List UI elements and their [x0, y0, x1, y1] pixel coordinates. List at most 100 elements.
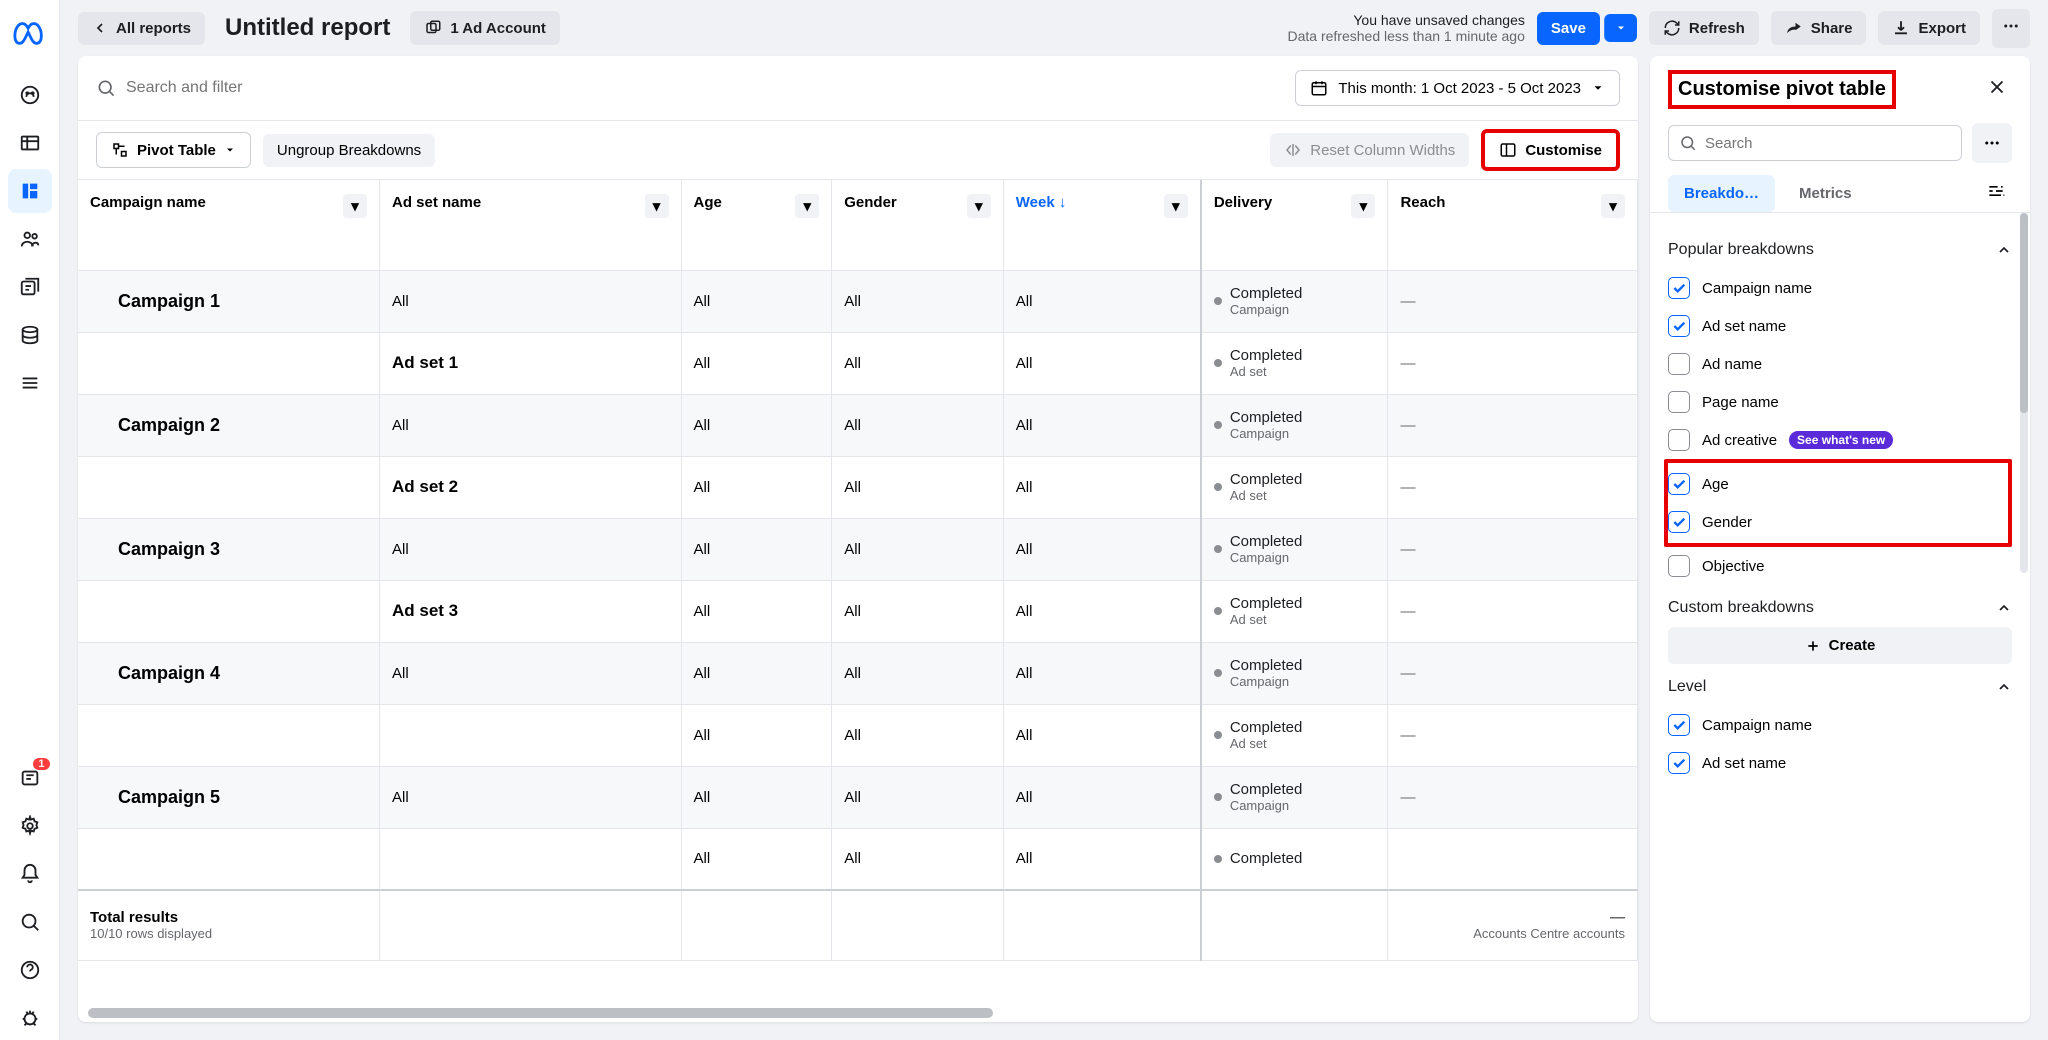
column-header-adset[interactable]: Ad set name▾	[380, 180, 682, 270]
checkbox[interactable]	[1668, 714, 1690, 736]
cell-adset: Ad set 1	[380, 332, 682, 394]
checkbox[interactable]	[1668, 555, 1690, 577]
table-row[interactable]: Campaign 2 All All All All CompletedCamp…	[78, 394, 1638, 456]
chevron-down-icon[interactable]: ▾	[795, 194, 819, 218]
chevron-left-icon	[92, 20, 108, 36]
chevron-down-icon[interactable]: ▾	[1164, 194, 1188, 218]
table-row[interactable]: All All All CompletedAd set —	[78, 704, 1638, 766]
more-menu-button[interactable]	[1992, 9, 2030, 48]
column-header-gender[interactable]: Gender▾	[832, 180, 1004, 270]
ungroup-breakdowns-button[interactable]: Ungroup Breakdowns	[263, 134, 435, 167]
export-button[interactable]: Export	[1878, 11, 1980, 45]
save-button[interactable]: Save	[1537, 12, 1600, 45]
column-header-age[interactable]: Age▾	[681, 180, 832, 270]
reset-column-widths-button[interactable]: Reset Column Widths	[1270, 133, 1469, 167]
checkbox[interactable]	[1668, 511, 1690, 533]
nav-search-icon[interactable]	[8, 900, 52, 944]
customise-icon	[1499, 141, 1517, 159]
table-row[interactable]: Ad set 1 All All All CompletedAd set —	[78, 332, 1638, 394]
chevron-up-icon	[1996, 242, 2012, 258]
cell-campaign	[78, 580, 380, 642]
breakdown-item[interactable]: Objective	[1668, 547, 2012, 585]
chevron-down-icon[interactable]: ▾	[1601, 194, 1625, 218]
cell-age: All	[681, 580, 832, 642]
refresh-button[interactable]: Refresh	[1649, 11, 1759, 45]
column-header-reach[interactable]: Reach▾	[1388, 180, 1638, 270]
nav-library-icon[interactable]	[8, 265, 52, 309]
panel-body[interactable]: Popular breakdowns Campaign name Ad set …	[1650, 213, 2030, 1022]
chevron-down-icon	[1615, 22, 1627, 34]
column-header-week[interactable]: Week ↓▾	[1003, 180, 1201, 270]
panel-tab-settings[interactable]	[1980, 175, 2012, 212]
tab-metrics[interactable]: Metrics	[1783, 175, 1868, 212]
checkbox[interactable]	[1668, 353, 1690, 375]
pivot-table-dropdown[interactable]: Pivot Table	[96, 132, 251, 168]
panel-title: Customise pivot table	[1678, 78, 1886, 100]
nav-help-icon[interactable]	[8, 948, 52, 992]
left-nav-rail: 1	[0, 0, 60, 1040]
column-header-campaign[interactable]: Campaign name▾	[78, 180, 380, 270]
column-header-delivery[interactable]: Delivery▾	[1201, 180, 1388, 270]
highlight-box: Age Gender	[1664, 459, 2012, 547]
table-row[interactable]: Campaign 4 All All All All CompletedCamp…	[78, 642, 1638, 704]
share-button[interactable]: Share	[1771, 11, 1867, 45]
nav-menu-icon[interactable]	[8, 361, 52, 405]
nav-notifications-icon[interactable]	[8, 852, 52, 896]
breakdown-item[interactable]: Ad creative See what's new	[1668, 421, 2012, 459]
checkbox[interactable]	[1668, 391, 1690, 413]
breakdown-item[interactable]: Age	[1668, 465, 2004, 503]
chevron-down-icon[interactable]: ▾	[645, 194, 669, 218]
section-custom-breakdowns[interactable]: Custom breakdowns	[1668, 599, 2012, 617]
breakdown-item[interactable]: Page name	[1668, 383, 2012, 421]
checkbox[interactable]	[1668, 315, 1690, 337]
table-row[interactable]: All All All Completed	[78, 828, 1638, 890]
checkbox[interactable]	[1668, 277, 1690, 299]
chevron-down-icon[interactable]: ▾	[1351, 194, 1375, 218]
breakdown-item[interactable]: Gender	[1668, 503, 2004, 541]
checkbox[interactable]	[1668, 429, 1690, 451]
panel-more-button[interactable]	[1972, 123, 2012, 163]
checkbox[interactable]	[1668, 752, 1690, 774]
save-dropdown-button[interactable]	[1604, 14, 1637, 42]
section-popular-breakdowns[interactable]: Popular breakdowns	[1668, 241, 2012, 259]
create-breakdown-button[interactable]: Create	[1668, 627, 2012, 664]
cell-reach: —	[1388, 580, 1638, 642]
nav-settings-icon[interactable]	[8, 804, 52, 848]
table-row[interactable]: Ad set 3 All All All CompletedAd set —	[78, 580, 1638, 642]
table-row[interactable]: Campaign 5 All All All All CompletedCamp…	[78, 766, 1638, 828]
cell-reach: —	[1388, 332, 1638, 394]
nav-billing-icon[interactable]	[8, 313, 52, 357]
section-level[interactable]: Level	[1668, 678, 2012, 696]
chevron-down-icon[interactable]: ▾	[343, 194, 367, 218]
horizontal-scrollbar[interactable]	[78, 1008, 1638, 1022]
cell-adset: Ad set 3	[380, 580, 682, 642]
nav-bug-icon[interactable]	[8, 996, 52, 1040]
tab-breakdowns[interactable]: Breakdo…	[1668, 175, 1775, 212]
all-reports-button[interactable]: All reports	[78, 12, 205, 45]
breakdown-item[interactable]: Campaign name	[1668, 269, 2012, 307]
close-panel-button[interactable]	[1982, 72, 2012, 107]
breakdown-item[interactable]: Ad set name	[1668, 744, 2012, 782]
panel-scrollbar[interactable]	[2020, 213, 2028, 573]
table-row[interactable]: Campaign 1 All All All All CompletedCamp…	[78, 270, 1638, 332]
nav-inbox-icon[interactable]: 1	[8, 756, 52, 800]
breakdown-item[interactable]: Ad set name	[1668, 307, 2012, 345]
breakdown-item[interactable]: Campaign name	[1668, 706, 2012, 744]
nav-dashboard-icon[interactable]	[8, 73, 52, 117]
table-footer-row: Total results 10/10 rows displayed — Acc…	[78, 890, 1638, 960]
search-input[interactable]	[126, 79, 1283, 97]
cell-delivery: CompletedAd set	[1201, 704, 1388, 766]
nav-table-icon[interactable]	[8, 121, 52, 165]
table-row[interactable]: Campaign 3 All All All All CompletedCamp…	[78, 518, 1638, 580]
date-range-picker[interactable]: This month: 1 Oct 2023 - 5 Oct 2023	[1295, 70, 1620, 106]
status-dot-icon	[1214, 731, 1222, 739]
panel-search-input[interactable]	[1705, 135, 1951, 152]
chevron-down-icon[interactable]: ▾	[967, 194, 991, 218]
checkbox[interactable]	[1668, 473, 1690, 495]
nav-audiences-icon[interactable]	[8, 217, 52, 261]
ad-account-button[interactable]: 1 Ad Account	[410, 11, 560, 45]
breakdown-item[interactable]: Ad name	[1668, 345, 2012, 383]
table-row[interactable]: Ad set 2 All All All CompletedAd set —	[78, 456, 1638, 518]
customise-button[interactable]: Customise	[1481, 129, 1620, 171]
nav-reports-icon[interactable]	[8, 169, 52, 213]
